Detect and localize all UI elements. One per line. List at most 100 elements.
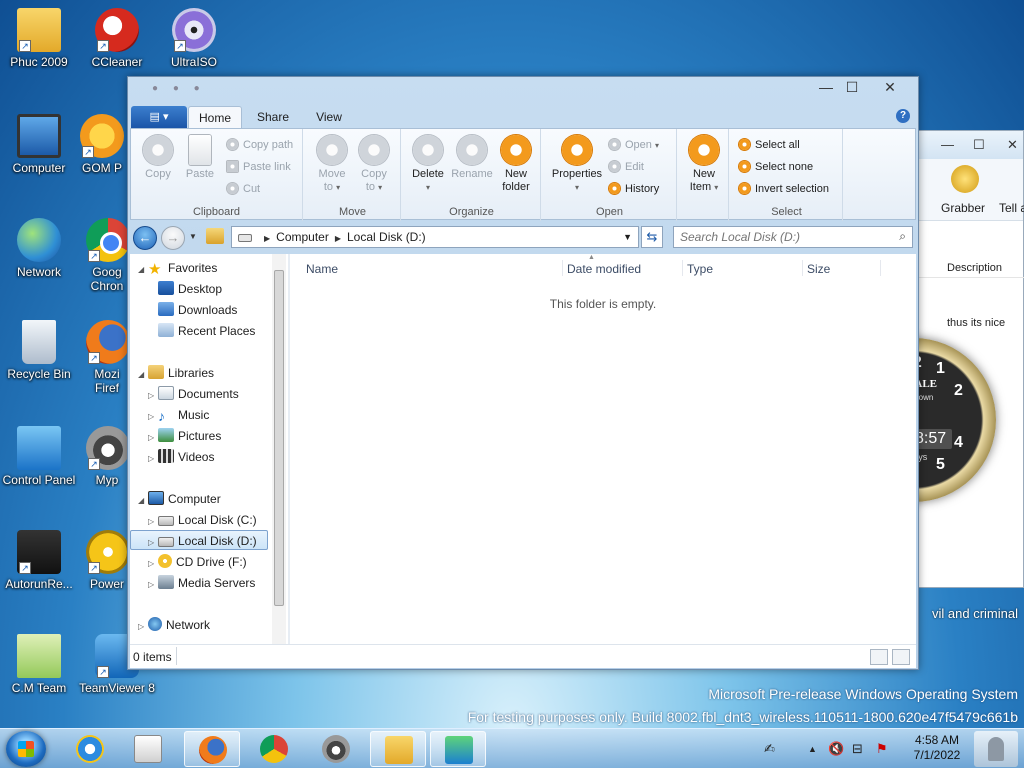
background-maximize-button[interactable]: ☐ [973,137,985,153]
explorer-window[interactable]: ● ● ● — ☐ ✕ ▤ ▾ Home Share View ? Copy P… [127,76,919,670]
desktop-icon-gom-player[interactable]: ↗ GOM P [77,114,127,175]
nav-videos[interactable]: ▷ Videos [148,447,214,467]
move-to-button[interactable]: Move to ▾ [309,135,355,194]
tab-view[interactable]: View [306,106,352,129]
forward-button[interactable]: → [161,226,185,250]
column-divider[interactable] [802,260,803,276]
tab-home[interactable]: Home [188,106,242,129]
address-dropdown-icon[interactable]: ▼ [623,227,632,247]
nav-favorites[interactable]: ◢ ★ Favorites [138,258,217,278]
breadcrumb-separator-icon[interactable]: ▶ [335,234,341,243]
network-status-icon[interactable]: ⊟ [852,741,863,757]
volume-muted-icon[interactable]: 🔇 [828,741,844,757]
taskbar-internet-explorer[interactable] [62,731,118,767]
nav-computer[interactable]: ◢ Computer [138,489,221,509]
nav-cd-drive-f[interactable]: ▷ CD Drive (F:) [148,552,247,572]
refresh-button[interactable]: ⇆ [641,226,663,248]
taskbar-chrome[interactable] [246,731,302,767]
properties-button[interactable]: Properties ▾ [547,135,607,194]
expand-arrow-icon[interactable]: ▷ [148,512,158,532]
select-all-button[interactable]: Select all [739,138,800,152]
tell-button-label[interactable]: Tell a [999,201,1024,215]
column-header-size[interactable]: Size [807,262,830,276]
handwriting-icon[interactable]: ✍ [764,741,775,757]
grabber-button-label[interactable]: Grabber [941,201,985,215]
copy-button[interactable]: Copy [135,135,181,181]
history-button[interactable]: History [609,182,659,196]
taskbar-media-player[interactable] [120,731,176,767]
desktop-icon-recycle-bin[interactable]: Recycle Bin [0,320,79,381]
user-account-icon[interactable] [974,731,1018,767]
collapse-arrow-icon[interactable]: ◢ [138,491,148,511]
nav-local-disk-d[interactable]: ▷ Local Disk (D:) [130,530,268,550]
large-icons-view-button[interactable] [892,649,910,665]
expand-arrow-icon[interactable]: ▷ [148,533,158,553]
help-icon[interactable]: ? [896,109,910,123]
column-divider[interactable] [682,260,683,276]
column-divider[interactable] [880,260,881,276]
navigation-scrollbar-thumb[interactable] [274,270,284,606]
description-column-header[interactable]: Description [947,262,1002,274]
desktop-icon-google-chrome[interactable]: ↗ Goog Chron [86,218,128,293]
expand-arrow-icon[interactable]: ▷ [148,575,158,595]
nav-recent-places[interactable]: Recent Places [158,321,255,341]
nav-music[interactable]: ▷ ♪ Music [148,405,209,425]
navigation-pane[interactable]: ◢ ★ Favorites Desktop Downloads Recent Pla… [130,254,288,644]
expand-arrow-icon[interactable]: ▷ [148,386,158,406]
details-view-button[interactable] [870,649,888,665]
expand-arrow-icon[interactable]: ▷ [148,554,158,574]
desktop-icon-ultraiso[interactable]: ↗ UltraISO [154,8,234,69]
column-header-name[interactable]: Name [306,262,338,276]
taskbar-download-manager[interactable] [430,731,486,767]
nav-documents[interactable]: ▷ Documents [148,384,239,404]
paste-button[interactable]: Paste [177,135,223,181]
column-header-type[interactable]: Type [687,262,713,276]
breadcrumb-separator-icon[interactable]: ▶ [264,234,270,243]
breadcrumb-computer[interactable]: Computer [276,230,329,244]
search-input[interactable] [674,227,884,247]
delete-button[interactable]: Delete ▾ [405,135,451,194]
expand-arrow-icon[interactable]: ▷ [148,407,158,427]
minimize-button[interactable]: — [812,78,840,96]
desktop-icon-autorun-remover[interactable]: ↗ AutorunRe... [0,530,79,591]
nav-network[interactable]: ▷ Network [138,615,210,635]
edit-button[interactable]: Edit [609,160,644,174]
collapse-arrow-icon[interactable]: ◢ [138,365,148,385]
taskbar-clock[interactable]: 4:58 AM 7/1/2022 [904,733,970,763]
paste-link-button[interactable]: Paste link [227,160,291,174]
invert-selection-button[interactable]: Invert selection [739,182,829,196]
quick-access-toolbar[interactable]: ● ● ● [152,83,206,94]
copy-to-button[interactable]: Copy to ▾ [351,135,397,194]
nav-downloads[interactable]: Downloads [158,300,237,320]
start-button[interactable] [6,731,46,767]
copy-path-button[interactable]: Copy path [227,138,293,152]
taskbar-raccoon-app[interactable] [308,731,364,767]
show-hidden-icons-icon[interactable]: ▲ [808,744,817,754]
file-menu-button[interactable]: ▤ ▾ [131,106,187,128]
nav-libraries[interactable]: ◢ Libraries [138,363,214,383]
nav-local-disk-c[interactable]: ▷ Local Disk (C:) [148,510,257,530]
new-item-button[interactable]: New Item ▾ [681,135,727,194]
search-box[interactable]: ⌕ [673,226,913,248]
nav-pictures[interactable]: ▷ Pictures [148,426,221,446]
nav-desktop[interactable]: Desktop [158,279,222,299]
background-close-button[interactable]: ✕ [1007,137,1018,153]
up-folder-icon[interactable] [206,228,224,244]
action-center-icon[interactable]: ⚑ [876,741,888,757]
search-icon[interactable]: ⌕ [899,229,906,244]
open-button[interactable]: Open ▾ [609,138,659,153]
explorer-titlebar[interactable]: ● ● ● — ☐ ✕ [128,77,918,101]
expand-arrow-icon[interactable]: ▷ [148,449,158,469]
recent-locations-dropdown[interactable]: ▼ [189,232,197,241]
desktop-icon-myp[interactable]: ↗ Myp [86,426,128,487]
taskbar-windows-explorer[interactable] [370,731,426,767]
desktop-icon-mozilla-firefox[interactable]: ↗ Mozi Firef [86,320,128,395]
expand-arrow-icon[interactable]: ▷ [138,617,148,637]
cut-button[interactable]: Cut [227,182,260,196]
column-divider[interactable] [562,260,563,276]
desktop-icon-cm-team[interactable]: C.M Team [0,634,79,695]
taskbar-firefox[interactable] [184,731,240,767]
tab-share[interactable]: Share [248,106,298,129]
navigation-scrollbar[interactable] [272,254,286,644]
address-bar[interactable]: ▶ Computer ▶ Local Disk (D:) ▼ [231,226,639,248]
